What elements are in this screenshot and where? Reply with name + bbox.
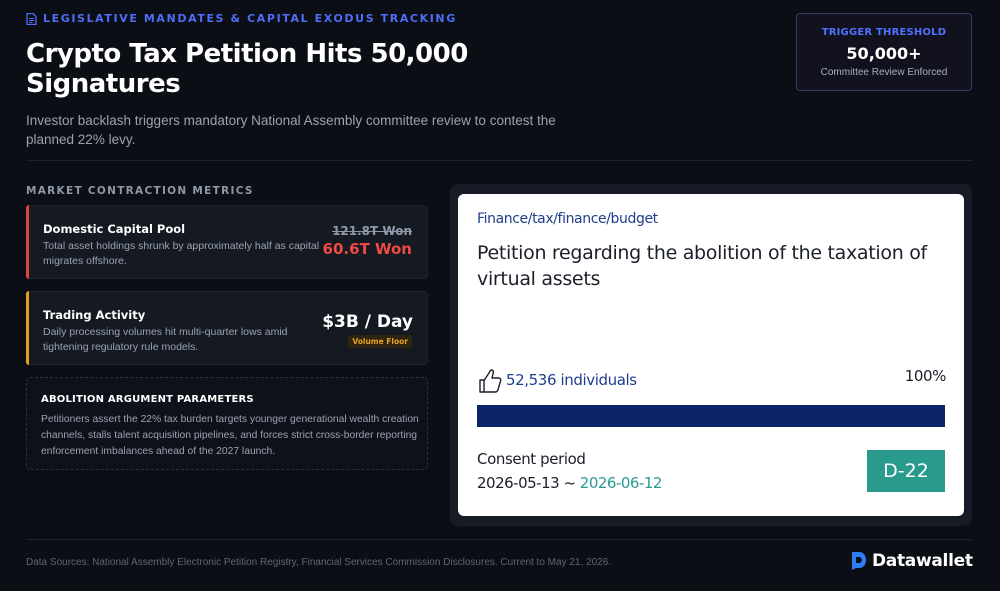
current-value: 60.6T Won [322,240,412,258]
d-day-badge: D-22 [867,450,945,492]
signature-count: 52,536 individuals [506,371,637,389]
kicker-text: LEGISLATIVE MANDATES & CAPITAL EXODUS TR… [43,12,457,25]
page-subtitle: Investor backlash triggers mandatory Nat… [26,113,556,147]
metric-title: Trading Activity [43,308,146,322]
progress-bar [477,405,945,427]
metric-title: Domestic Capital Pool [43,222,186,236]
datawallet-logo-icon [852,552,866,570]
argument-parameters-box: ABOLITION ARGUMENT PARAMETERS Petitioner… [26,377,428,470]
date-separator: ~ [559,474,580,492]
header: LEGISLATIVE MANDATES & CAPITAL EXODUS TR… [26,12,626,149]
progress-fill [477,405,945,427]
previous-value: 121.8T Won [332,224,412,238]
argument-title: ABOLITION ARGUMENT PARAMETERS [41,394,254,405]
metric-value: $3B / Day [322,312,413,332]
threshold-note: Committee Review Enforced [820,67,948,78]
accent-bar [26,291,29,365]
argument-text: Petitioners assert the 22% tax burden ta… [41,414,419,457]
consent-period-dates: 2026-05-13 ~ 2026-06-12 [477,474,662,492]
metric-description: Total asset holdings shrunk by approxima… [43,240,320,267]
accent-bar [26,205,29,279]
petition-card: Finance/tax/finance/budget Petition rega… [458,194,964,516]
start-date: 2026-05-13 [477,474,560,492]
header-divider [26,160,972,161]
brand-logo: Datawallet [851,551,973,571]
footer-divider [26,539,972,540]
footer-sources: Data Sources: National Assembly Electron… [26,557,612,568]
trading-activity-card: Trading Activity Daily processing volume… [26,291,428,365]
petition-title: Petition regarding the abolition of the … [477,242,927,290]
kicker: LEGISLATIVE MANDATES & CAPITAL EXODUS TR… [26,12,626,25]
metric-description: Daily processing volumes hit multi-quart… [43,326,288,353]
capital-pool-card: Domestic Capital Pool Total asset holdin… [26,205,428,279]
brand-name: Datawallet [872,551,973,571]
threshold-label: TRIGGER THRESHOLD [821,27,947,38]
consent-period-label: Consent period [477,450,586,468]
trigger-threshold-card: TRIGGER THRESHOLD 50,000+ Committee Revi… [796,13,972,91]
volume-floor-badge: Volume Floor [348,335,412,348]
thumbs-up-icon [479,369,502,393]
threshold-value: 50,000+ [846,44,922,63]
document-icon [26,12,37,25]
petition-category: Finance/tax/finance/budget [477,211,658,227]
end-date: 2026-06-12 [579,474,663,492]
page-title: Crypto Tax Petition Hits 50,000 Signatur… [26,39,468,99]
metrics-section-label: MARKET CONTRACTION METRICS [26,185,254,197]
progress-percent: 100% [904,367,947,385]
